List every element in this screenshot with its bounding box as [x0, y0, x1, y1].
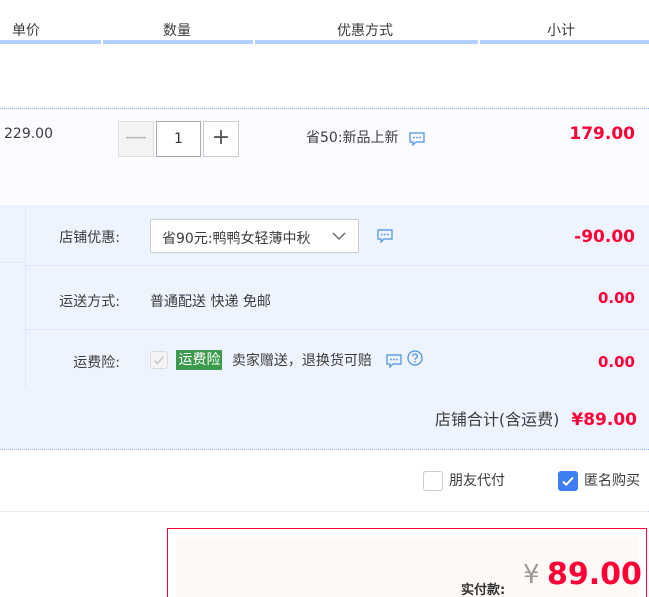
shop-summary: 店铺优惠: 省90元:鸭鸭女轻薄中秋 -90.00 运送方式: 普通配送 快递 … [0, 205, 649, 450]
insurance-row: 运费险: 运费险 卖家赠送，退换货可赔 0.00 [25, 330, 649, 388]
header-divider [103, 40, 253, 44]
anonymous-label: 匿名购买 [584, 473, 640, 489]
insurance-value: 运费险 卖家赠送，退换货可赔 [150, 350, 423, 370]
help-icon[interactable] [407, 350, 423, 370]
shipping-amount: 0.00 [597, 289, 635, 307]
header-divider [0, 40, 101, 44]
shop-discount-selected: 省90元:鸭鸭女轻薄中秋 [162, 231, 311, 247]
comment-icon[interactable] [409, 131, 425, 146]
quantity-input[interactable]: 1 [156, 121, 201, 157]
insurance-amount: 0.00 [597, 353, 635, 371]
order-options: 朋友代付 匿名购买 [0, 451, 649, 512]
payment-amount: 89.00 [547, 557, 642, 592]
table-header: 单价 数量 优惠方式 小计 [0, 0, 649, 44]
shop-total-label: 店铺合计(含运费) [434, 410, 560, 429]
shop-discount-row: 店铺优惠: 省90元:鸭鸭女轻薄中秋 -90.00 [25, 205, 649, 266]
anonymous-checkbox[interactable] [558, 471, 578, 491]
payment-label: 实付款: [461, 583, 506, 597]
insurance-tag: 运费险 [176, 350, 223, 370]
shipping-value: 普通配送 快递 免邮 [150, 294, 271, 310]
payment-summary-inner: 实付款: ¥ 89.00 [176, 537, 642, 597]
header-quantity: 数量 [163, 23, 191, 39]
header-divider [255, 40, 478, 44]
quantity-increase-button[interactable]: + [203, 121, 239, 157]
shop-total-amount: ¥89.00 [571, 410, 637, 430]
shop-discount-amount: -90.00 [574, 227, 635, 247]
item-promo-text: 省50:新品上新 [306, 130, 399, 146]
payment-summary: 实付款: ¥ 89.00 [167, 528, 647, 597]
header-subtotal: 小计 [547, 23, 575, 39]
item-promo: 省50:新品上新 [306, 127, 425, 147]
friend-pay-option[interactable]: 朋友代付 [423, 470, 505, 491]
header-unit-price: 单价 [12, 23, 40, 39]
insurance-text: 卖家赠送，退换货可赔 [231, 353, 372, 369]
item-subtotal: 179.00 [569, 124, 635, 144]
shop-discount-label: 店铺优惠: [59, 230, 120, 246]
item-row: 229.00 — 1 + 省50:新品上新 179.00 [0, 108, 649, 205]
chevron-down-icon [332, 230, 346, 244]
payment-currency: ¥ [523, 560, 540, 590]
shop-discount-select[interactable]: 省90元:鸭鸭女轻薄中秋 [150, 219, 359, 253]
quantity-decrease-button[interactable]: — [118, 121, 154, 157]
insurance-checkbox [150, 351, 168, 369]
divider [0, 262, 25, 263]
shipping-row: 运送方式: 普通配送 快递 免邮 0.00 [25, 266, 649, 330]
comment-icon[interactable] [386, 353, 402, 368]
insurance-label: 运费险: [73, 355, 120, 371]
item-unit-price: 229.00 [4, 126, 53, 142]
friend-pay-label: 朋友代付 [449, 473, 505, 489]
friend-pay-checkbox[interactable] [423, 471, 443, 491]
shipping-label: 运送方式: [59, 294, 120, 310]
header-divider [480, 40, 649, 44]
shop-total: 店铺合计(含运费) ¥89.00 [435, 406, 637, 430]
comment-icon[interactable] [377, 229, 393, 243]
header-promo-method: 优惠方式 [337, 23, 393, 39]
anonymous-option[interactable]: 匿名购买 [558, 470, 640, 491]
